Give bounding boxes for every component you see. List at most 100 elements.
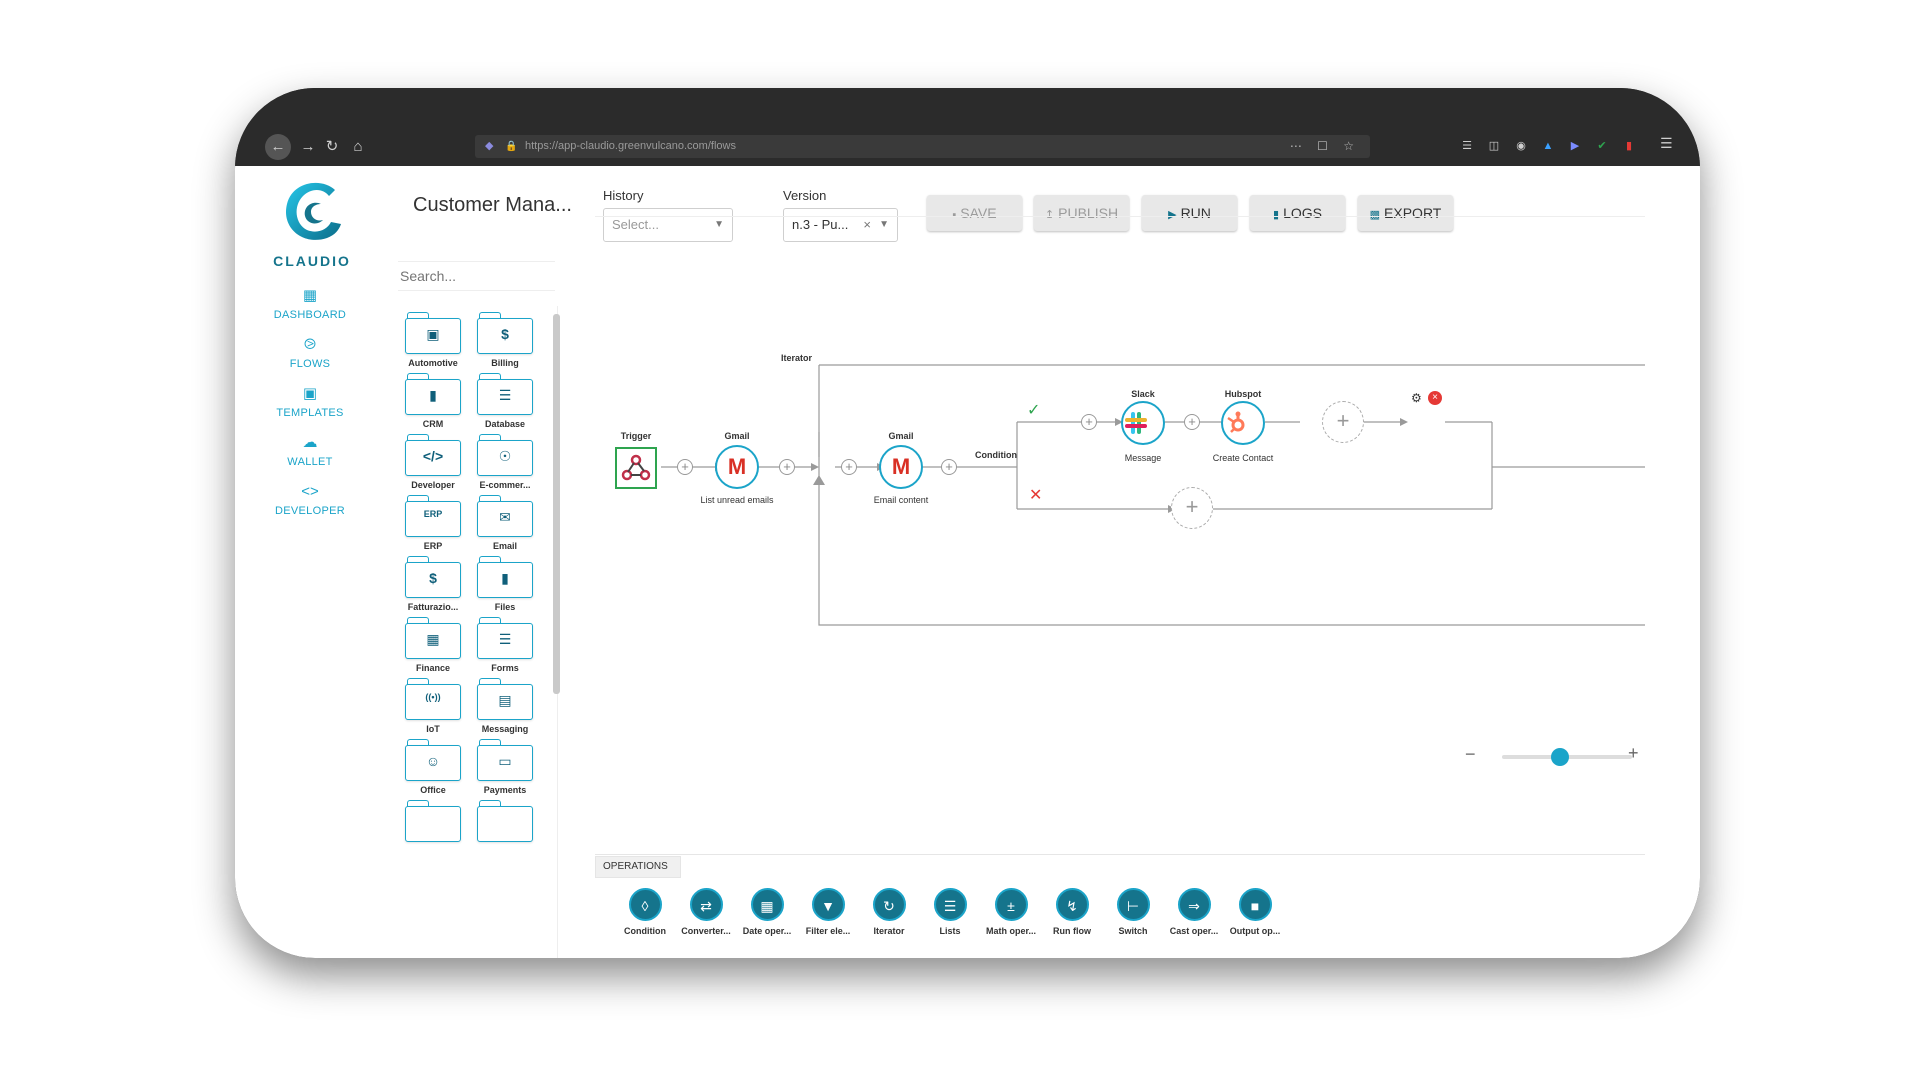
folder-icon: ☺ — [405, 739, 461, 781]
add-step-button[interactable]: + — [1184, 414, 1200, 430]
category-billing[interactable]: $ Billing — [470, 312, 540, 368]
converter-icon: ⇄ — [689, 888, 723, 921]
flow-canvas[interactable]: Iterator Trigger + Gmail M List unread e… — [595, 216, 1645, 856]
add-step-button[interactable]: + — [1081, 414, 1097, 430]
sidebar-icon[interactable]: ◫ — [1487, 139, 1501, 153]
version-label: Version — [783, 188, 827, 203]
reload-button[interactable]: ↻ — [321, 136, 343, 158]
check-extension-icon[interactable]: ✔ — [1595, 139, 1609, 153]
nav-flows[interactable]: ⧁ FLOWS — [255, 335, 365, 370]
car-icon: ▣ — [426, 326, 440, 342]
extension-icon[interactable]: ▶ — [1568, 139, 1582, 153]
add-step-button[interactable]: + — [779, 459, 795, 475]
billing-icon: $ — [501, 326, 509, 342]
payment-icon: ▭ — [498, 753, 512, 769]
run-flow-icon: ↯ — [1055, 888, 1089, 921]
operation-lists[interactable]: ☰ Lists — [915, 888, 985, 936]
operation-math-oper[interactable]: ± Math oper... — [976, 888, 1046, 936]
operations-tab[interactable]: OPERATIONS — [595, 856, 681, 878]
category-erp[interactable]: ERP ERP — [398, 495, 468, 551]
category-payments[interactable]: ▭ Payments — [470, 739, 540, 795]
category-forms[interactable]: ☰ Forms — [470, 617, 540, 673]
slack-icon — [1125, 412, 1147, 434]
close-icon[interactable]: × — [1428, 391, 1442, 405]
zoom-out-button[interactable]: − — [1465, 744, 1476, 765]
gmail-title: Gmail — [724, 431, 750, 441]
add-step-button[interactable]: + — [941, 459, 957, 475]
url-bar[interactable]: ◆ 🔒 https://app-claudio.greenvulcano.com… — [475, 135, 1370, 158]
category-developer[interactable]: </> Developer — [398, 434, 468, 490]
nav-dashboard[interactable]: ▦ DASHBOARD — [255, 286, 365, 321]
category-database[interactable]: ☰ Database — [470, 373, 540, 429]
operation-label: Cast oper... — [1169, 926, 1219, 936]
palette-scrollbar[interactable] — [553, 314, 560, 694]
category-iot[interactable]: ((•)) IoT — [398, 678, 468, 734]
library-icon[interactable]: ☰ — [1460, 139, 1474, 153]
operation-output-op[interactable]: ■ Output op... — [1220, 888, 1290, 936]
category-finance[interactable]: ▦ Finance — [398, 617, 468, 673]
account-icon[interactable]: ◉ — [1514, 139, 1528, 153]
add-step-button[interactable]: + — [677, 459, 693, 475]
nav-developer[interactable]: <> DEVELOPER — [255, 482, 365, 517]
operations-divider — [595, 854, 1645, 855]
math-icon: ± — [994, 888, 1028, 921]
add-node-placeholder[interactable]: + — [1171, 487, 1213, 529]
operation-filter-ele[interactable]: ▼ Filter ele... — [793, 888, 863, 936]
extension-icon[interactable]: ▲ — [1541, 139, 1555, 153]
category-automotive[interactable]: ▣ Automotive — [398, 312, 468, 368]
operation-converter[interactable]: ⇄ Converter... — [671, 888, 741, 936]
category-crm[interactable]: ▮ CRM — [398, 373, 468, 429]
folder-icon: ▦ — [405, 617, 461, 659]
category-partial[interactable] — [398, 800, 468, 842]
slack-node[interactable] — [1121, 401, 1165, 445]
gear-icon[interactable]: ⚙ — [1411, 391, 1422, 405]
category-office[interactable]: ☺ Office — [398, 739, 468, 795]
folder-icon: ERP — [405, 495, 461, 537]
url-actions[interactable]: ⋯ ☐ ☆ — [1290, 135, 1360, 158]
category-e-commer[interactable]: ☉ E-commer... — [470, 434, 540, 490]
add-node-placeholder[interactable]: + — [1322, 401, 1364, 443]
category-partial[interactable] — [470, 800, 540, 842]
operation-label: Switch — [1118, 926, 1148, 936]
logo-text: CLAUDIO — [273, 253, 351, 269]
forward-button[interactable]: → — [297, 136, 319, 158]
category-email[interactable]: ✉ Email — [470, 495, 540, 551]
extension-icon[interactable]: ▮ — [1622, 139, 1636, 153]
operation-run-flow[interactable]: ↯ Run flow — [1037, 888, 1107, 936]
shield-icon: ◆ — [485, 140, 494, 152]
zoom-in-button[interactable]: + — [1628, 743, 1639, 764]
trigger-node[interactable] — [615, 447, 657, 489]
menu-icon[interactable]: ☰ — [1660, 135, 1673, 152]
operation-cast-oper[interactable]: ⇒ Cast oper... — [1159, 888, 1229, 936]
left-nav: CLAUDIO ▦ DASHBOARD ⧁ FLOWS ▣ TEMPLATES … — [235, 166, 365, 958]
hubspot-title: Hubspot — [1224, 389, 1262, 399]
dashboard-icon: ▦ — [302, 287, 318, 304]
folder-icon: ▣ — [405, 312, 461, 354]
operation-label: Lists — [939, 926, 961, 936]
search-input[interactable] — [398, 261, 555, 291]
finance-icon: ▦ — [426, 631, 440, 647]
back-button[interactable]: ← — [265, 134, 291, 160]
app-window: CLAUDIO ▦ DASHBOARD ⧁ FLOWS ▣ TEMPLATES … — [235, 166, 1700, 958]
nav-wallet[interactable]: ☁ WALLET — [255, 433, 365, 468]
zoom-slider-handle[interactable] — [1551, 748, 1569, 766]
nav-templates[interactable]: ▣ TEMPLATES — [255, 384, 365, 419]
add-step-button[interactable]: + — [841, 459, 857, 475]
category-label: Billing — [491, 358, 519, 368]
operation-iterator[interactable]: ↻ Iterator — [854, 888, 924, 936]
category-files[interactable]: ▮ Files — [470, 556, 540, 612]
hubspot-node[interactable] — [1221, 401, 1265, 445]
operation-switch[interactable]: ⊢ Switch — [1098, 888, 1168, 936]
gmail-node-label: List unread emails — [700, 495, 774, 505]
home-button[interactable]: ⌂ — [347, 136, 369, 158]
database-icon: ☰ — [498, 387, 512, 403]
operation-condition[interactable]: ◊ Condition — [610, 888, 680, 936]
operation-date-oper[interactable]: ▦ Date oper... — [732, 888, 802, 936]
gmail-node[interactable]: M — [715, 445, 759, 489]
code-icon: <> — [301, 483, 319, 500]
folder-icon: </> — [405, 434, 461, 476]
category-messaging[interactable]: ▤ Messaging — [470, 678, 540, 734]
gmail-node[interactable]: M — [879, 445, 923, 489]
category-fatturazio[interactable]: $ Fatturazio... — [398, 556, 468, 612]
history-label: History — [603, 188, 644, 203]
